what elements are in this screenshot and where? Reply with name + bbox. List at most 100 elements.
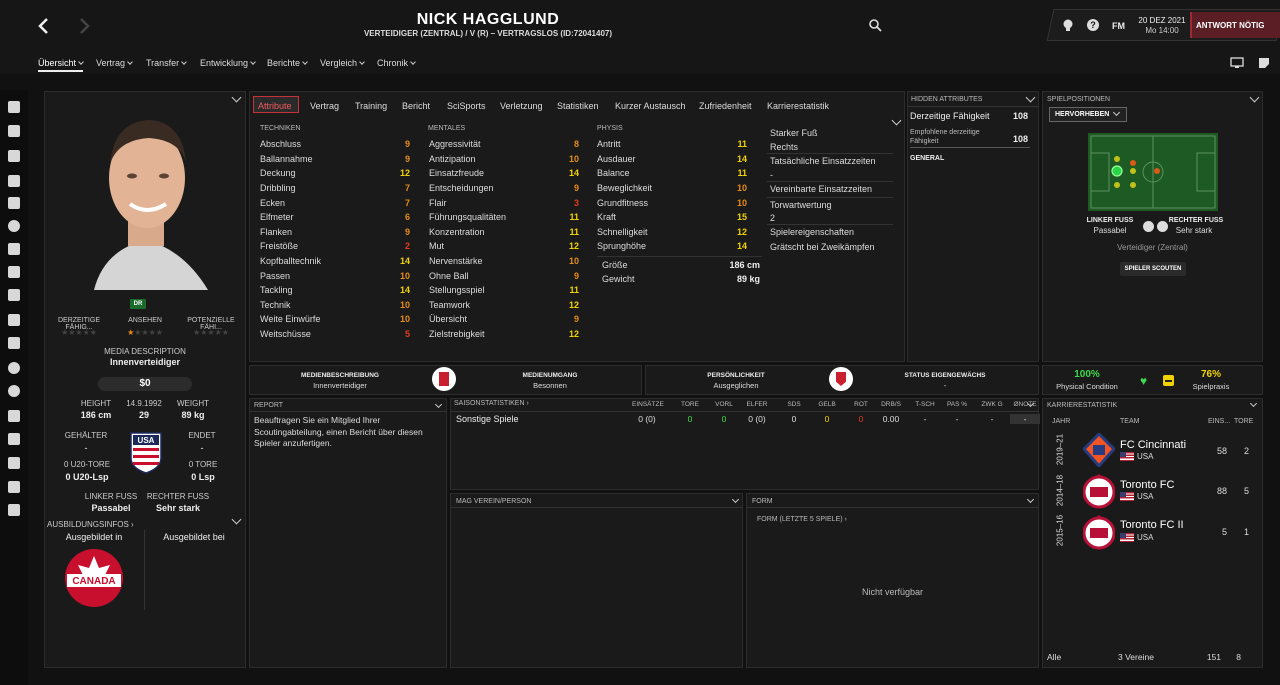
nav-vertrag[interactable]: Vertrag — [96, 58, 133, 68]
attribute-row[interactable]: Abschluss 9 — [260, 137, 410, 152]
attribute-row[interactable]: Freistöße 2 — [260, 239, 410, 254]
monitor-button[interactable] — [1230, 57, 1244, 71]
career-team[interactable]: Toronto FC II — [1120, 519, 1184, 531]
tab-training[interactable]: Training — [355, 97, 387, 114]
attribute-row[interactable]: Kraft 15 — [597, 210, 747, 225]
transfers-icon[interactable] — [8, 385, 20, 397]
forward-button[interactable] — [78, 17, 92, 35]
back-button[interactable] — [36, 17, 50, 35]
stats-column-header[interactable]: TORE — [675, 401, 705, 408]
attribute-row[interactable]: Flair 3 — [429, 195, 579, 210]
attribute-row[interactable]: Zielstrebigkeit 12 — [429, 327, 579, 342]
tab-kurzer-austausch[interactable]: Kurzer Austausch — [615, 97, 686, 114]
staff-icon[interactable] — [8, 243, 20, 255]
attribute-row[interactable]: Elfmeter 6 — [260, 210, 410, 225]
attribute-row[interactable]: Beweglichkeit 10 — [597, 181, 747, 196]
attribute-row[interactable]: Technik 10 — [260, 298, 410, 313]
stats-column-header[interactable]: SDS — [779, 401, 809, 408]
medical-icon[interactable] — [8, 289, 20, 301]
stats-column-header[interactable]: ROT — [846, 401, 876, 408]
form-last5-link[interactable]: FORM (LETZTE 5 SPIELE) › — [757, 516, 847, 523]
attribute-name: Schnelligkeit — [597, 226, 648, 237]
nav-transfer[interactable]: Transfer — [146, 58, 188, 68]
stats-column-header[interactable]: VORL — [709, 401, 739, 408]
attribute-row[interactable]: Passen 10 — [260, 268, 410, 283]
attribute-row[interactable]: Kopfballtechnik 14 — [260, 254, 410, 269]
nav-vergleich[interactable]: Vergleich — [320, 58, 365, 68]
stats-column-header[interactable]: ELFER — [742, 401, 772, 408]
nav-label: Entwicklung — [200, 58, 249, 68]
notes-button[interactable] — [1258, 57, 1270, 71]
data-hub-icon[interactable] — [8, 220, 20, 232]
attribute-row[interactable]: Balance 11 — [597, 166, 747, 181]
club-vision-icon[interactable] — [8, 457, 20, 469]
tab-vertrag[interactable]: Vertrag — [310, 97, 339, 114]
stats-column-header[interactable]: ØNOTE — [1010, 401, 1040, 408]
attribute-row[interactable]: Weite Einwürfe 10 — [260, 312, 410, 327]
attribute-row[interactable]: Ballannahme 9 — [260, 152, 410, 167]
manager-icon[interactable] — [8, 504, 20, 516]
attribute-row[interactable]: Antizipation 10 — [429, 152, 579, 167]
attribute-row[interactable]: Schnelligkeit 12 — [597, 225, 747, 240]
training-info-link[interactable]: AUSBILDUNGSINFOS › — [47, 520, 134, 529]
attribute-row[interactable]: Einsatzfreude 14 — [429, 166, 579, 181]
schedule-icon[interactable] — [8, 314, 20, 326]
season-stats-link[interactable]: SAISONSTATISTIKEN › — [454, 400, 529, 407]
career-col-year: JAHR — [1052, 418, 1071, 425]
stats-column-header[interactable]: GELB — [812, 401, 842, 408]
squad-icon[interactable] — [8, 150, 20, 162]
career-team[interactable]: Toronto FC — [1120, 479, 1174, 491]
stats-column-header[interactable]: DRB/S — [876, 401, 906, 408]
attribute-row[interactable]: Weitschüsse 5 — [260, 327, 410, 342]
club-info-icon[interactable] — [8, 410, 20, 422]
attribute-row[interactable]: Deckung 12 — [260, 166, 410, 181]
inbox-icon[interactable] — [8, 125, 20, 137]
dynamics-icon[interactable] — [8, 175, 20, 187]
attribute-row[interactable]: Aggressivität 8 — [429, 137, 579, 152]
attribute-row[interactable]: Konzentration 11 — [429, 225, 579, 240]
stats-column-header[interactable]: T-SCH — [910, 401, 940, 408]
nav-uebersicht[interactable]: Übersicht — [38, 58, 84, 72]
scouting-icon[interactable] — [8, 362, 20, 374]
help-button[interactable]: ? — [1087, 19, 1099, 31]
attribute-row[interactable]: Ecken 7 — [260, 195, 410, 210]
attribute-row[interactable]: Übersicht 9 — [429, 312, 579, 327]
competitions-icon[interactable] — [8, 337, 20, 349]
attribute-row[interactable]: Ohne Ball 9 — [429, 268, 579, 283]
tab-verletzung[interactable]: Verletzung — [500, 97, 543, 114]
attribute-row[interactable]: Antritt 11 — [597, 137, 747, 152]
tab-scisports[interactable]: SciSports — [447, 97, 486, 114]
attribute-row[interactable]: Teamwork 12 — [429, 298, 579, 313]
attribute-row[interactable]: Grundfitness 10 — [597, 195, 747, 210]
trophy-button[interactable] — [1062, 19, 1074, 34]
career-team[interactable]: FC Cincinnati — [1120, 439, 1186, 451]
attribute-row[interactable]: Mut 12 — [429, 239, 579, 254]
training-icon[interactable] — [8, 266, 20, 278]
attribute-value: 9 — [404, 226, 410, 237]
home-icon[interactable] — [8, 101, 20, 113]
stats-column-header[interactable]: EINSÄTZE — [632, 401, 664, 408]
attribute-row[interactable]: Stellungsspiel 11 — [429, 283, 579, 298]
nav-chronik[interactable]: Chronik — [377, 58, 416, 68]
tab-bericht[interactable]: Bericht — [402, 97, 430, 114]
attribute-row[interactable]: Dribbling 7 — [260, 181, 410, 196]
attribute-row[interactable]: Führungsqualitäten 11 — [429, 210, 579, 225]
tab-karrierestatistik[interactable]: Karrierestatistik — [767, 97, 829, 114]
tab-statistiken[interactable]: Statistiken — [557, 97, 599, 114]
attribute-row[interactable]: Nervenstärke 10 — [429, 254, 579, 269]
nav-entwicklung[interactable]: Entwicklung — [200, 58, 256, 68]
attribute-row[interactable]: Tackling 14 — [260, 283, 410, 298]
attribute-row[interactable]: Entscheidungen 9 — [429, 181, 579, 196]
tab-zufriedenheit[interactable]: Zufriedenheit — [699, 97, 752, 114]
stats-column-header[interactable]: ZWK G — [977, 401, 1007, 408]
finances-icon[interactable] — [8, 433, 20, 445]
attribute-row[interactable]: Ausdauer 14 — [597, 152, 747, 167]
attribute-row[interactable]: Flanken 9 — [260, 225, 410, 240]
stats-column-header[interactable]: PAS % — [942, 401, 972, 408]
search-button[interactable] — [869, 19, 882, 34]
tactics-icon[interactable] — [8, 197, 20, 209]
fm-menu-button[interactable]: FM — [1112, 21, 1125, 31]
attribute-row[interactable]: Sprunghöhe 14 — [597, 239, 747, 254]
nav-berichte[interactable]: Berichte — [267, 58, 308, 68]
dev-centre-icon[interactable] — [8, 481, 20, 493]
